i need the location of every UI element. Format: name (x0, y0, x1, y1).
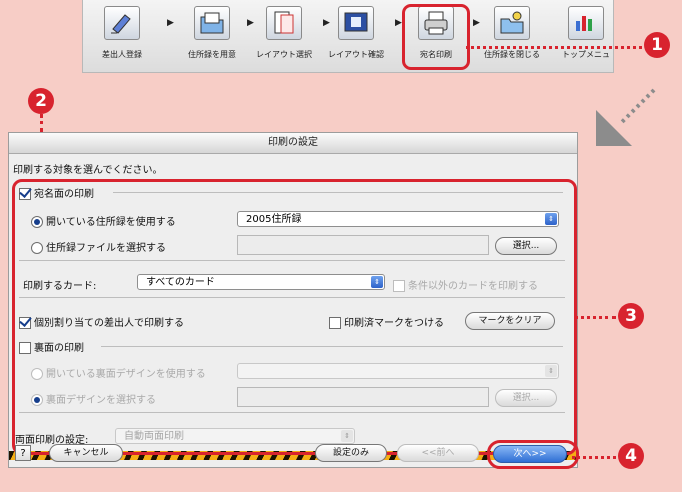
print-button-highlight (402, 4, 470, 70)
toolbar-label: 差出人登録 (102, 50, 142, 59)
dialog-title: 印刷の設定 (9, 133, 577, 154)
settings-section-highlight (12, 179, 577, 455)
callout-3-leader (574, 316, 616, 319)
toolbar: 差出人登録 ▶ 住所録を用意 ▶ レイアウト選択 ▶ レイアウト確認 ▶ 宛名印… (82, 0, 614, 73)
help-button[interactable]: ? (15, 445, 31, 461)
next-button-highlight (487, 440, 579, 469)
callout-4: 4 (618, 443, 644, 469)
callout-1: 1 (644, 32, 670, 58)
callout-1-leader (466, 46, 642, 49)
settings-only-button[interactable]: 設定のみ (315, 444, 387, 462)
toolbar-close-address-book[interactable]: 住所録を閉じる (479, 6, 545, 60)
toolbar-sender-register[interactable]: 差出人登録 (89, 6, 155, 60)
layout-select-icon (266, 6, 302, 40)
toolbar-layout-preview[interactable]: レイアウト確認 (323, 6, 389, 60)
chevron-right-icon: ▶ (167, 18, 174, 28)
diagonal-arrow-icon (596, 88, 656, 146)
toolbar-label: レイアウト確認 (328, 50, 384, 59)
top-menu-icon (568, 6, 604, 40)
toolbar-top-menu[interactable]: トップメニュ (553, 6, 619, 60)
toolbar-label: レイアウト選択 (256, 50, 312, 59)
close-address-book-icon (494, 6, 530, 40)
layout-preview-icon (338, 6, 374, 40)
toolbar-label: トップメニュ (562, 50, 610, 59)
toolbar-layout-select[interactable]: レイアウト選択 (251, 6, 317, 60)
prev-button[interactable]: <<前へ (397, 444, 479, 462)
callout-3: 3 (618, 303, 644, 329)
toolbar-label: 住所録を閉じる (484, 50, 540, 59)
address-book-folder-icon (194, 6, 230, 40)
cancel-button[interactable]: キャンセル (49, 444, 123, 462)
callout-2: 2 (28, 88, 54, 114)
callout-4-leader (572, 456, 616, 459)
print-settings-dialog: 印刷の設定 印刷する対象を選んでください。 宛名面の印刷 開いている住所録を使用… (8, 132, 579, 469)
callout-2-leader (40, 114, 43, 132)
toolbar-prepare-address-book[interactable]: 住所録を用意 (179, 6, 245, 60)
sender-register-icon (104, 6, 140, 40)
toolbar-label: 住所録を用意 (188, 50, 236, 59)
instruction-text: 印刷する対象を選んでください。 (13, 165, 163, 176)
chevron-right-icon: ▶ (395, 18, 402, 28)
